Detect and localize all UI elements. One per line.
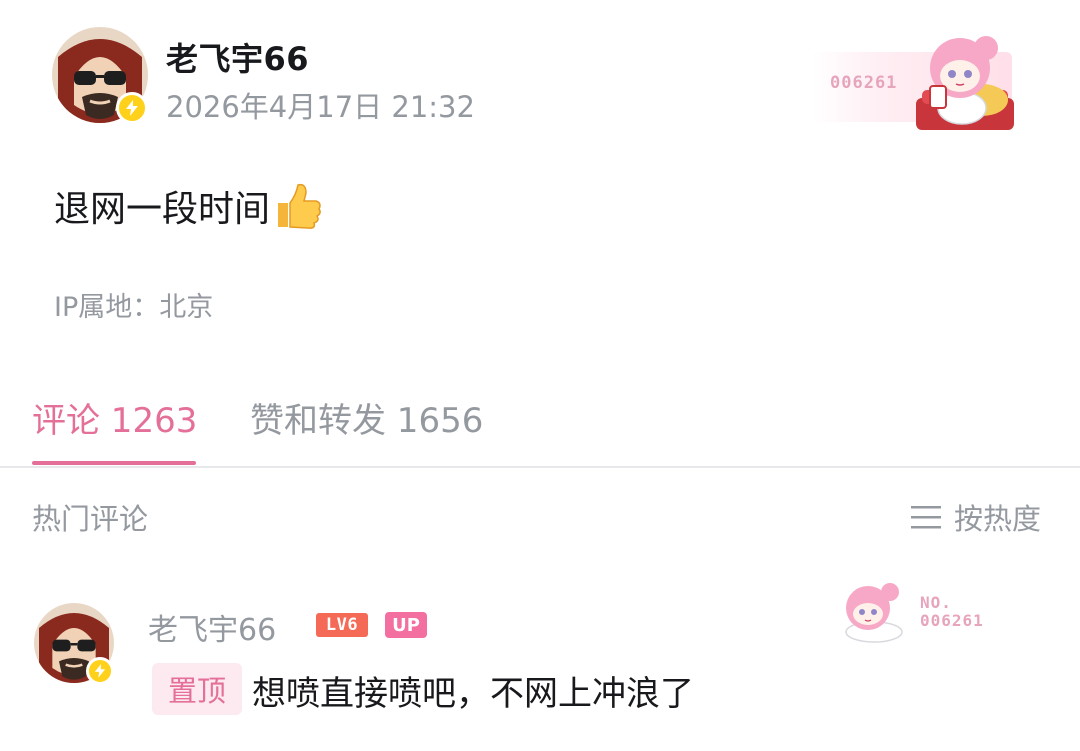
tab-comments[interactable]: 评论 1263 <box>32 393 197 442</box>
thumbs-up-icon <box>278 183 321 229</box>
verified-lightning-badge <box>116 92 148 124</box>
fan-card-decoration[interactable]: 006261 <box>812 28 1024 132</box>
pinned-tag: 置顶 <box>152 663 242 715</box>
comment-author-name[interactable]: 老飞宇66 <box>148 605 276 649</box>
sort-label: 按热度 <box>954 502 1042 536</box>
tabs-divider <box>0 466 1080 468</box>
comment-fan-number: NO. 006261 <box>920 594 984 630</box>
level-badge: LV6 <box>316 613 368 637</box>
comment-fan-no-label: NO. <box>920 593 952 612</box>
anime-girl-mini-sticker-icon <box>845 583 903 643</box>
post-content-text: 退网一段时间 <box>54 189 271 230</box>
active-tab-indicator <box>32 461 196 465</box>
hot-comments-label: 热门评论 <box>32 502 149 536</box>
comment-text: 想喷直接喷吧，不网上冲浪了 <box>252 674 694 714</box>
tab-likes-reposts[interactable]: 赞和转发 1656 <box>250 393 483 442</box>
post-content: 退网一段时间 <box>54 180 322 232</box>
ip-location: IP属地：北京 <box>54 292 214 323</box>
up-badge: UP <box>385 612 427 638</box>
fan-card-number: 006261 <box>830 73 898 93</box>
comment-fan-card[interactable]: NO. 006261 <box>830 580 1030 660</box>
comment-fan-no-number: 006261 <box>920 611 984 630</box>
comment-verified-badge <box>86 657 114 685</box>
sort-by-hotness-button[interactable]: 按热度 <box>910 496 1041 538</box>
lightning-icon <box>94 664 106 678</box>
lightning-icon <box>126 100 138 116</box>
anime-girl-sticker-icon <box>916 31 1014 130</box>
post-timestamp: 2026年4月17日 21:32 <box>166 90 475 124</box>
menu-lines-icon <box>911 506 941 529</box>
post-author-name[interactable]: 老飞宇66 <box>166 34 309 80</box>
